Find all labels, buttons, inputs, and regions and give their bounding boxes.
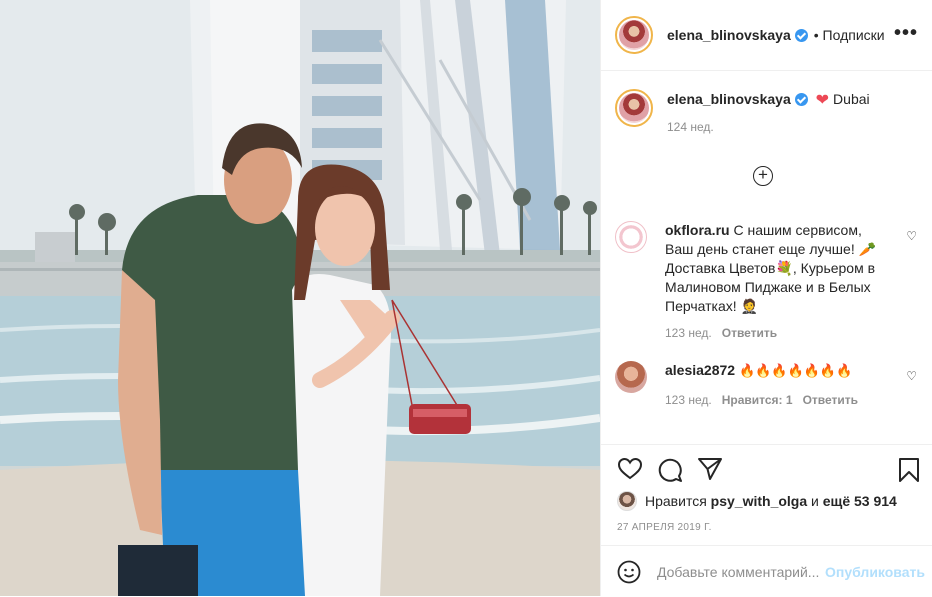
bookmark-icon[interactable] xyxy=(898,457,920,483)
commenter-avatar[interactable] xyxy=(615,361,647,393)
likes-and: и xyxy=(811,493,819,509)
comment-meta: 123 нед. Ответить xyxy=(665,324,891,343)
caption-time[interactable]: 124 нед. xyxy=(667,117,870,137)
publish-button[interactable]: Опубликовать xyxy=(825,564,925,580)
post-caption: elena_blinovskaya ❤ Dubai 124 нед. xyxy=(615,89,870,137)
commenter-username[interactable]: alesia2872 xyxy=(665,362,735,378)
comment-text: 🔥🔥🔥🔥🔥🔥🔥 xyxy=(738,363,853,378)
comment-icon[interactable] xyxy=(657,457,683,483)
caption-avatar-image xyxy=(619,93,649,123)
liker-avatar[interactable] xyxy=(617,491,637,511)
author-username[interactable]: elena_blinovskaya xyxy=(667,27,791,43)
liker-username[interactable]: psy_with_olga xyxy=(711,493,807,509)
load-more-comments-plus-icon[interactable]: + xyxy=(753,166,773,186)
commenter-username[interactable]: okflora.ru xyxy=(665,222,730,238)
author-avatar-image xyxy=(619,20,649,50)
emoji-icon[interactable] xyxy=(617,560,641,584)
share-icon[interactable] xyxy=(697,457,723,481)
likes-prefix: Нравится xyxy=(645,493,707,509)
add-comment-bar: Добавьте комментарий... Опубликовать xyxy=(601,545,932,597)
verified-icon xyxy=(794,93,808,106)
post-photo[interactable] xyxy=(0,0,600,596)
comment-like-heart-icon[interactable]: ♡ xyxy=(906,369,917,383)
author-avatar[interactable] xyxy=(615,16,653,54)
comment-time[interactable]: 123 нед. xyxy=(665,326,712,340)
instagram-post-window: elena_blinovskaya • Подписки ••• elena_b… xyxy=(0,0,932,596)
following-label[interactable]: • Подписки xyxy=(814,27,885,43)
comment-body: alesia2872 🔥🔥🔥🔥🔥🔥🔥 123 нед. Нравится: 1 От… xyxy=(665,361,891,410)
comment-meta: 123 нед. Нравится: 1 Ответить xyxy=(665,391,891,410)
red-heart-emoji: ❤ xyxy=(815,92,830,109)
caption-body: elena_blinovskaya ❤ Dubai 124 нед. xyxy=(667,89,870,137)
photo-illustration xyxy=(0,0,600,596)
comment-item: okflora.ru С нашим сервисом, Ваш день ст… xyxy=(615,221,917,343)
comment-time[interactable]: 123 нед. xyxy=(665,393,712,407)
more-options-icon[interactable]: ••• xyxy=(894,23,918,43)
verified-icon xyxy=(794,28,808,42)
comment-likes-count[interactable]: Нравится: 1 xyxy=(722,393,793,407)
likes-count[interactable]: ещё 53 914 xyxy=(823,493,897,509)
post-date[interactable]: 27 АПРЕЛЯ 2019 Г. xyxy=(617,522,712,533)
comment-like-heart-icon[interactable]: ♡ xyxy=(906,229,917,243)
comments-list[interactable]: elena_blinovskaya ❤ Dubai 124 нед. + okfl… xyxy=(601,71,932,443)
reply-button[interactable]: Ответить xyxy=(722,326,777,340)
post-actions: Нравится psy_with_olga и ещё 53 914 27 А… xyxy=(601,444,932,533)
post-header: elena_blinovskaya • Подписки ••• xyxy=(601,0,932,71)
commenter-avatar[interactable] xyxy=(615,221,647,253)
heart-icon[interactable] xyxy=(617,457,643,481)
caption-username[interactable]: elena_blinovskaya xyxy=(667,91,791,107)
caption-avatar[interactable] xyxy=(615,89,653,127)
comment-body: okflora.ru С нашим сервисом, Ваш день ст… xyxy=(665,221,891,343)
comment-input[interactable]: Добавьте комментарий... xyxy=(657,564,821,580)
likes-summary: Нравится psy_with_olga и ещё 53 914 xyxy=(617,491,897,511)
post-side-panel: elena_blinovskaya • Подписки ••• elena_b… xyxy=(600,0,932,596)
comment-item: alesia2872 🔥🔥🔥🔥🔥🔥🔥 123 нед. Нравится: 1 От… xyxy=(615,361,917,410)
reply-button[interactable]: Ответить xyxy=(803,393,858,407)
action-icons xyxy=(601,445,932,495)
caption-text[interactable]: Dubai xyxy=(833,91,870,107)
